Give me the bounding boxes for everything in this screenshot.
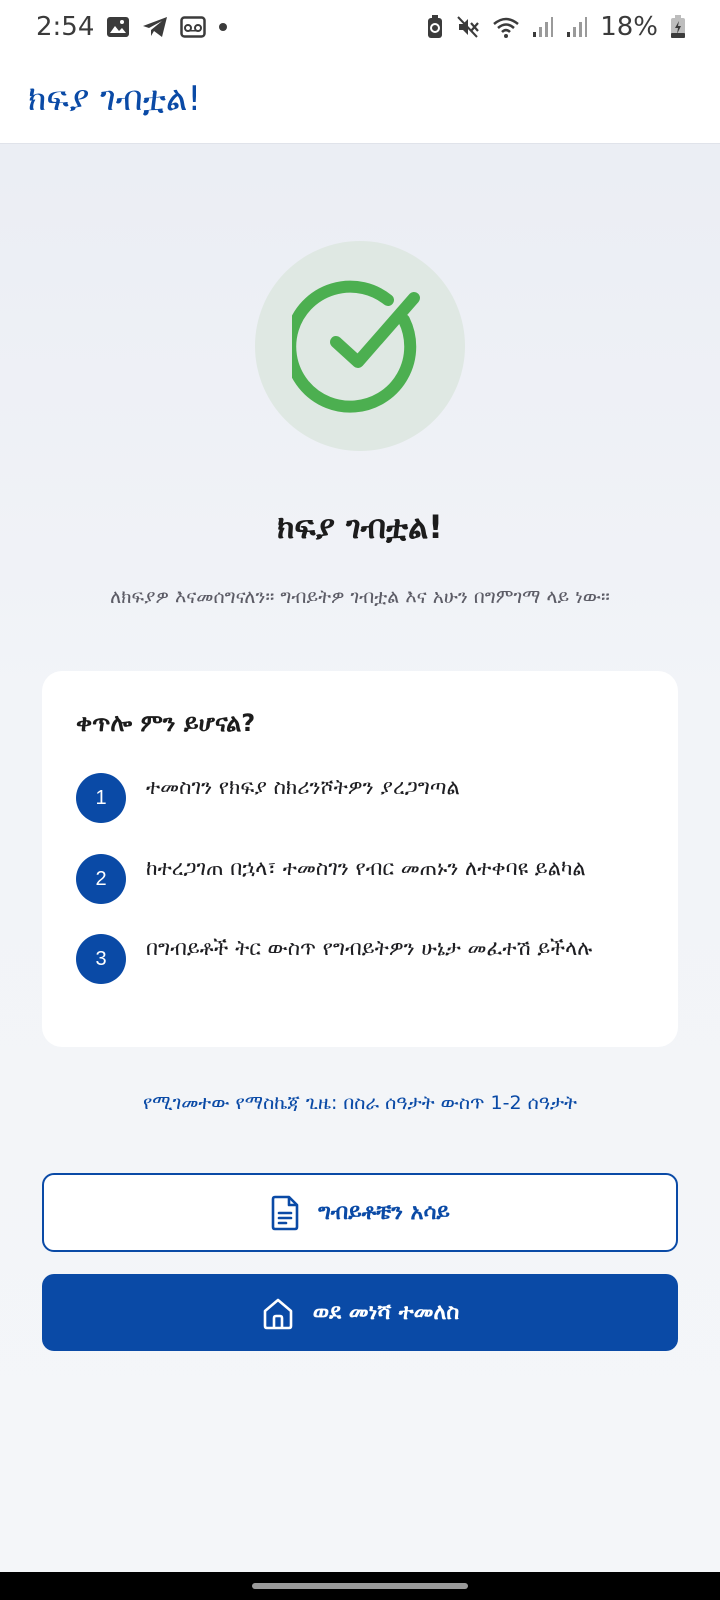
battery-icon [670,15,686,39]
back-home-label: ወደ መነሻ ተመለስ [312,1300,460,1325]
check-circle-icon [292,280,420,413]
gallery-icon [106,16,130,38]
app-bar: ክፍያ ገብቷል! [0,54,720,144]
system-nav-bar [0,1572,720,1600]
voicemail-icon [180,16,207,38]
step-number-badge: 2 [76,854,126,904]
success-headline: ክፍያ ገብቷል! [277,508,443,546]
battery-saver-icon [426,15,444,39]
home-gesture-handle[interactable] [252,1583,468,1589]
home-icon [263,1298,293,1329]
processing-time-note: የሚገመተው የማስኬጃ ጊዜ: በስራ ሰዓታት ውስጥ 1-2 ሰዓታት [143,1092,577,1114]
status-bar: 2:54 18% [0,0,720,54]
step-number-badge: 3 [76,934,126,984]
dot-icon [218,22,228,32]
document-icon [271,1195,299,1230]
wifi-icon [492,15,520,39]
step-item: 1 ተመስገን የክፍያ ስክሪንሾትዎን ያረጋግጣል [76,773,646,823]
view-transactions-button[interactable]: ግብይቶቼን አሳይ [42,1173,678,1252]
step-text: በግብይቶች ትር ውስጥ የግብይትዎን ሁኔታ መፈተሽ ይችላሉ [146,936,593,960]
status-right: 18% [426,12,686,42]
next-steps-title: ቀጥሎ ምን ይሆናል? [76,709,256,737]
view-transactions-label: ግብይቶቼን አሳይ [318,1200,450,1225]
telegram-icon [142,16,168,38]
status-left: 2:54 [36,12,228,42]
mute-icon [456,15,480,39]
step-text: ከተረጋገጠ በኋላ፣ ተመስገን የብር መጠኑን ለተቀባዩ ይልካል [146,856,586,880]
back-home-button[interactable]: ወደ መነሻ ተመለስ [42,1274,678,1351]
step-item: 2 ከተረጋገጠ በኋላ፣ ተመስገን የብር መጠኑን ለተቀባዩ ይልካል [76,854,646,904]
status-time: 2:54 [36,12,95,42]
page-title: ክፍያ ገብቷል! [28,78,202,119]
signal-icon [566,16,588,38]
step-item: 3 በግብይቶች ትር ውስጥ የግብይትዎን ሁኔታ መፈተሽ ይችላሉ [76,934,646,984]
success-badge [255,241,465,451]
step-text: ተመስገን የክፍያ ስክሪንሾትዎን ያረጋግጣል [146,775,460,799]
next-steps-card: ቀጥሎ ምን ይሆናል? 1 ተመስገን የክፍያ ስክሪንሾትዎን ያረጋግጣ… [42,671,678,1047]
success-subtext: ለክፍያዎ እናመሰግናለን። ግብይትዎ ገብቷል እና አሁን በግምገማ … [110,586,610,608]
battery-percent: 18% [600,12,658,42]
step-number-badge: 1 [76,773,126,823]
signal-icon [532,16,554,38]
